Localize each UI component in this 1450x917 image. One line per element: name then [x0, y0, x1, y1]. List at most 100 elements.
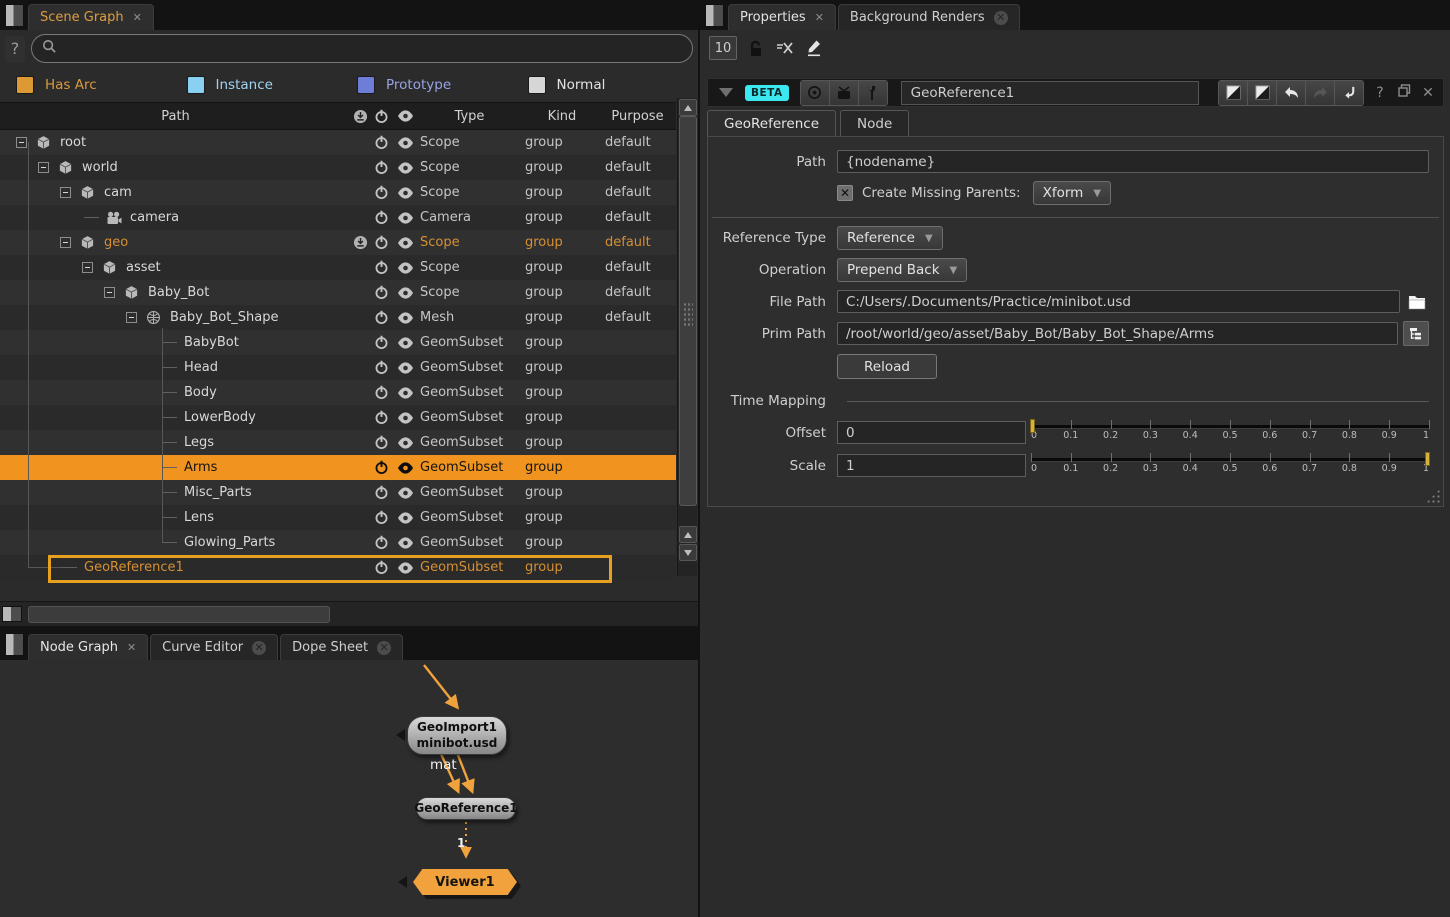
node-georeference1[interactable]: GeoReference1: [416, 797, 516, 820]
diagonal-split-icon[interactable]: [1248, 81, 1277, 105]
visibility-eye-icon[interactable]: [393, 362, 417, 374]
table-row[interactable]: BabyBot GeomSubset group: [0, 330, 676, 355]
power-toggle-icon[interactable]: [369, 185, 393, 200]
visibility-eye-icon[interactable]: [393, 487, 417, 499]
search-box[interactable]: [31, 34, 693, 63]
table-row[interactable]: Glowing_Parts GeomSubset group: [0, 530, 676, 555]
input-port-icon[interactable]: [396, 729, 405, 741]
record-icon[interactable]: [801, 81, 830, 105]
power-toggle-icon[interactable]: [369, 335, 393, 350]
help-button[interactable]: ?: [5, 36, 25, 62]
panel-grip-icon[interactable]: [2, 606, 22, 622]
tree-expander-icon[interactable]: [162, 367, 177, 368]
close-icon[interactable]: ✕: [1417, 85, 1439, 101]
create-missing-parents-dropdown[interactable]: Xform ▼: [1033, 181, 1111, 205]
panel-grip-icon[interactable]: [705, 4, 724, 27]
visibility-eye-icon[interactable]: [393, 187, 417, 199]
node-name-input[interactable]: [901, 81, 1199, 105]
file-path-input[interactable]: [837, 290, 1400, 313]
close-icon[interactable]: ✕: [377, 641, 391, 655]
resize-grip-icon[interactable]: [1426, 489, 1440, 503]
tree-expander-icon[interactable]: [126, 312, 137, 323]
power-toggle-icon[interactable]: [369, 285, 393, 300]
visibility-eye-icon[interactable]: [393, 287, 417, 299]
column-type[interactable]: Type: [417, 109, 522, 124]
tree-expander-icon[interactable]: [162, 342, 177, 343]
panel-grip-icon[interactable]: [5, 633, 24, 656]
table-row[interactable]: Body GeomSubset group: [0, 380, 676, 405]
visibility-eye-icon[interactable]: [393, 412, 417, 424]
power-toggle-icon[interactable]: [369, 560, 393, 575]
table-row[interactable]: world Scope group default: [0, 155, 676, 180]
power-toggle-icon[interactable]: [369, 310, 393, 325]
wrench-icon[interactable]: [859, 81, 887, 105]
tab-georeference[interactable]: GeoReference: [707, 110, 836, 137]
collapse-triangle-icon[interactable]: [719, 88, 733, 97]
path-input[interactable]: [837, 150, 1429, 173]
power-toggle-icon[interactable]: [369, 160, 393, 175]
node-graph-canvas[interactable]: GeoImport1 minibot.usd mat GeoReference1…: [0, 660, 698, 917]
column-purpose[interactable]: Purpose: [602, 109, 673, 124]
table-row[interactable]: cam Scope group default: [0, 180, 676, 205]
column-path[interactable]: Path: [0, 103, 351, 129]
tree-expander-icon[interactable]: [162, 467, 177, 468]
visibility-eye-icon[interactable]: [393, 262, 417, 274]
visibility-eye-icon[interactable]: [393, 312, 417, 324]
reference-type-dropdown[interactable]: Reference ▼: [837, 226, 943, 250]
tree-expander-icon[interactable]: [162, 517, 177, 518]
table-row[interactable]: asset Scope group default: [0, 255, 676, 280]
power-toggle-icon[interactable]: [369, 235, 393, 250]
table-row[interactable]: geo Scope group default: [0, 230, 676, 255]
tab-curve-editor[interactable]: Curve Editor ✕: [150, 634, 278, 660]
tree-expander-icon[interactable]: [162, 492, 177, 493]
monitor-icon[interactable]: [830, 81, 859, 105]
lock-icon[interactable]: [746, 36, 766, 60]
tab-node-graph[interactable]: Node Graph ✕: [28, 634, 148, 660]
table-row[interactable]: Head GeomSubset group: [0, 355, 676, 380]
displayed-items-count[interactable]: 10: [709, 36, 737, 60]
tab-scene-graph[interactable]: Scene Graph ✕: [28, 4, 154, 30]
scroll-up-button[interactable]: [679, 526, 697, 543]
create-missing-parents-checkbox[interactable]: ✕: [837, 185, 853, 201]
column-kind[interactable]: Kind: [522, 109, 602, 124]
hierarchy-browse-icon[interactable]: [1403, 321, 1429, 346]
table-row[interactable]: Arms GeomSubset group: [0, 455, 676, 480]
redo-icon[interactable]: [1306, 81, 1335, 105]
visibility-eye-icon[interactable]: [393, 337, 417, 349]
visibility-eye-icon[interactable]: [393, 212, 417, 224]
power-toggle-icon[interactable]: [369, 385, 393, 400]
power-toggle-icon[interactable]: [369, 210, 393, 225]
help-icon[interactable]: ?: [1369, 85, 1391, 101]
refresh-icon[interactable]: [1335, 81, 1363, 105]
close-icon[interactable]: ✕: [994, 11, 1008, 25]
table-row[interactable]: LowerBody GeomSubset group: [0, 405, 676, 430]
tree-expander-icon[interactable]: [104, 287, 115, 298]
tree-expander-icon[interactable]: [60, 237, 71, 248]
folder-browse-icon[interactable]: [1405, 290, 1429, 313]
reload-button[interactable]: Reload: [837, 354, 937, 379]
table-row[interactable]: Misc_Parts GeomSubset group: [0, 480, 676, 505]
tab-node[interactable]: Node: [840, 110, 909, 137]
power-toggle-icon[interactable]: [369, 360, 393, 375]
scrollbar-thumb[interactable]: [28, 606, 330, 623]
scroll-up-button[interactable]: [679, 99, 697, 116]
visibility-eye-icon[interactable]: [393, 237, 417, 249]
visibility-eye-icon[interactable]: [393, 387, 417, 399]
load-state-column-icon[interactable]: [351, 109, 369, 124]
table-row[interactable]: Baby_Bot_Shape Mesh group default: [0, 305, 676, 330]
power-toggle-icon[interactable]: [369, 410, 393, 425]
table-row[interactable]: camera Camera group default: [0, 205, 676, 230]
power-column-icon[interactable]: [369, 109, 393, 124]
tree-expander-icon[interactable]: [162, 392, 177, 393]
power-toggle-icon[interactable]: [369, 535, 393, 550]
tab-dope-sheet[interactable]: Dope Sheet ✕: [280, 634, 403, 660]
node-viewer1[interactable]: Viewer1: [413, 869, 517, 895]
visibility-eye-icon[interactable]: [393, 462, 417, 474]
vertical-scrollbar[interactable]: [677, 98, 697, 576]
table-row[interactable]: Lens GeomSubset group: [0, 505, 676, 530]
search-input[interactable]: [64, 40, 682, 57]
tree-expander-icon[interactable]: [84, 217, 99, 218]
diagonal-split-icon[interactable]: [1219, 81, 1248, 105]
visibility-eye-icon[interactable]: [393, 512, 417, 524]
scale-slider[interactable]: 00.10.20.30.40.50.60.70.80.91: [1031, 452, 1429, 479]
